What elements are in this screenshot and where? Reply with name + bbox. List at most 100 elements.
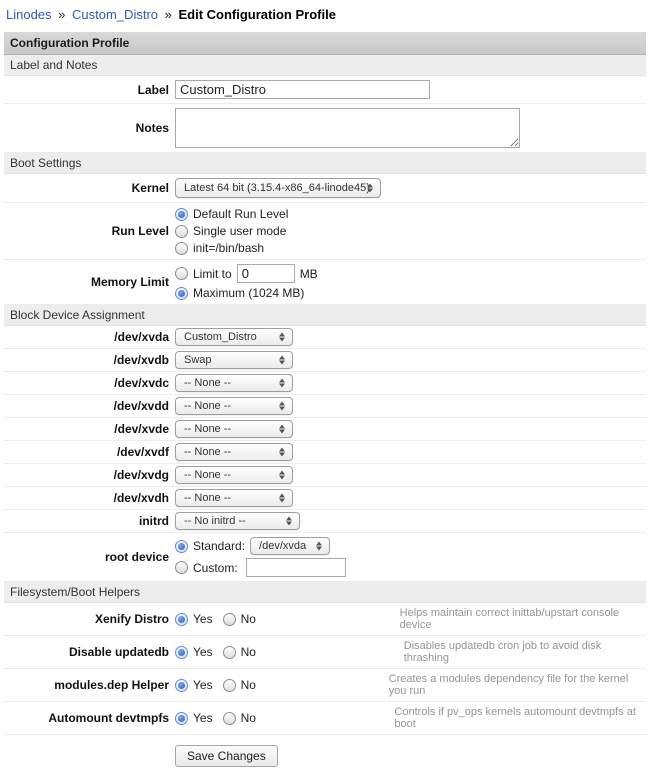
save-row: Save Changes — [4, 735, 646, 779]
notes-field-label: Notes — [4, 121, 169, 135]
breadcrumb-link-custom-distro[interactable]: Custom_Distro — [72, 7, 158, 22]
label-row: Label — [4, 76, 646, 104]
xvdg-select[interactable]: -- None -- — [175, 466, 293, 484]
root-custom-input[interactable] — [246, 558, 346, 577]
memory-limit-unit: MB — [300, 267, 318, 281]
select-stepper-icon — [279, 448, 286, 457]
xvdg-field-label: /dev/xvdg — [4, 468, 169, 482]
memory-limit-to-label[interactable]: Limit to — [193, 267, 232, 281]
section-header-block-device-assignment: Block Device Assignment — [4, 305, 646, 326]
automount-devtmpfs-no-radio[interactable] — [223, 712, 236, 725]
initrd-select[interactable]: -- No initrd -- — [175, 512, 300, 530]
root-device-select[interactable]: /dev/xvda — [250, 537, 330, 555]
device-row-xvdf: /dev/xvdf -- None -- — [4, 441, 646, 464]
modules-dep-yes-radio[interactable] — [175, 679, 188, 692]
notes-textarea[interactable] — [175, 108, 520, 148]
xvda-field-label: /dev/xvda — [4, 330, 169, 344]
label-input[interactable] — [175, 80, 430, 99]
xvda-select[interactable]: Custom_Distro — [175, 328, 293, 346]
device-row-xvdh: /dev/xvdh -- None -- — [4, 487, 646, 510]
device-row-xvde: /dev/xvde -- None -- — [4, 418, 646, 441]
xvdb-select[interactable]: Swap — [175, 351, 293, 369]
configuration-table: Configuration Profile Label and Notes La… — [4, 32, 646, 779]
xenify-distro-no-radio[interactable] — [223, 613, 236, 626]
disable-updatedb-no-radio[interactable] — [223, 646, 236, 659]
device-row-xvdc: /dev/xvdc -- None -- — [4, 372, 646, 395]
automount-devtmpfs-no-label[interactable]: No — [241, 711, 256, 725]
run-level-init-bash-label[interactable]: init=/bin/bash — [193, 241, 264, 255]
kernel-select[interactable]: Latest 64 bit (3.15.4-x86_64-linode45) — [175, 178, 381, 198]
xvdf-select-value: -- None -- — [184, 446, 231, 458]
modules-dep-yes-label[interactable]: Yes — [193, 678, 213, 692]
modules-dep-field-label: modules.dep Helper — [4, 678, 169, 692]
xenify-distro-yes-radio[interactable] — [175, 613, 188, 626]
root-standard-radio[interactable] — [175, 540, 188, 553]
disable-updatedb-help-text: Disables updatedb cron job to avoid disk… — [404, 640, 646, 664]
select-stepper-icon — [367, 184, 374, 193]
run-level-default-label[interactable]: Default Run Level — [193, 207, 288, 221]
xenify-distro-no-label[interactable]: No — [241, 612, 256, 626]
select-stepper-icon — [279, 425, 286, 434]
automount-devtmpfs-yes-radio[interactable] — [175, 712, 188, 725]
device-row-xvdg: /dev/xvdg -- None -- — [4, 464, 646, 487]
xvdh-select-value: -- None -- — [184, 492, 231, 504]
xenify-distro-yes-label[interactable]: Yes — [193, 612, 213, 626]
select-stepper-icon — [279, 379, 286, 388]
run-level-default-radio[interactable] — [175, 208, 188, 221]
breadcrumb-separator: » — [58, 7, 65, 22]
xvda-select-value: Custom_Distro — [184, 331, 257, 343]
xvdf-select[interactable]: -- None -- — [175, 443, 293, 461]
initrd-row: initrd -- No initrd -- — [4, 510, 646, 533]
xenify-distro-help-text: Helps maintain correct inittab/upstart c… — [400, 607, 646, 631]
run-level-field-label: Run Level — [4, 224, 169, 238]
notes-row: Notes — [4, 104, 646, 153]
breadcrumb: Linodes » Custom_Distro » Edit Configura… — [4, 4, 646, 32]
device-row-xvda: /dev/xvda Custom_Distro — [4, 326, 646, 349]
xvdc-field-label: /dev/xvdc — [4, 376, 169, 390]
page: Linodes » Custom_Distro » Edit Configura… — [0, 0, 650, 783]
kernel-select-value: Latest 64 bit (3.15.4-x86_64-linode45) — [184, 182, 370, 194]
xvdf-field-label: /dev/xvdf — [4, 445, 169, 459]
run-level-init-bash-radio[interactable] — [175, 242, 188, 255]
page-title: Edit Configuration Profile — [178, 7, 335, 22]
select-stepper-icon — [279, 356, 286, 365]
run-level-single-user-radio[interactable] — [175, 225, 188, 238]
modules-dep-no-radio[interactable] — [223, 679, 236, 692]
disable-updatedb-yes-label[interactable]: Yes — [193, 645, 213, 659]
kernel-row: Kernel Latest 64 bit (3.15.4-x86_64-lino… — [4, 174, 646, 203]
save-button[interactable]: Save Changes — [175, 745, 278, 767]
memory-maximum-radio[interactable] — [175, 287, 188, 300]
select-stepper-icon — [286, 517, 293, 526]
breadcrumb-link-linodes[interactable]: Linodes — [6, 7, 52, 22]
memory-maximum-label[interactable]: Maximum (1024 MB) — [193, 286, 304, 300]
memory-limit-row: Memory Limit Limit to MB Maximum (1024 M… — [4, 260, 646, 305]
root-custom-label[interactable]: Custom: — [193, 561, 238, 575]
section-header-boot-settings: Boot Settings — [4, 153, 646, 174]
root-device-row: root device Standard: /dev/xvda Custom: — [4, 533, 646, 582]
run-level-single-user-label[interactable]: Single user mode — [193, 224, 286, 238]
label-field-label: Label — [4, 83, 169, 97]
xvde-select[interactable]: -- None -- — [175, 420, 293, 438]
root-custom-radio[interactable] — [175, 561, 188, 574]
select-stepper-icon — [279, 494, 286, 503]
automount-devtmpfs-help-text: Controls if pv_ops kernels automount dev… — [394, 706, 646, 730]
device-row-xvdb: /dev/xvdb Swap — [4, 349, 646, 372]
disable-updatedb-no-label[interactable]: No — [241, 645, 256, 659]
run-level-row: Run Level Default Run Level Single user … — [4, 203, 646, 260]
modules-dep-no-label[interactable]: No — [241, 678, 256, 692]
select-stepper-icon — [316, 542, 323, 551]
xvdc-select[interactable]: -- None -- — [175, 374, 293, 392]
automount-devtmpfs-yes-label[interactable]: Yes — [193, 711, 213, 725]
memory-limit-field-label: Memory Limit — [4, 275, 169, 289]
memory-limit-input[interactable] — [237, 264, 295, 283]
select-stepper-icon — [279, 471, 286, 480]
automount-devtmpfs-field-label: Automount devtmpfs — [4, 711, 169, 725]
disable-updatedb-yes-radio[interactable] — [175, 646, 188, 659]
xvdh-select[interactable]: -- None -- — [175, 489, 293, 507]
xvdb-field-label: /dev/xvdb — [4, 353, 169, 367]
xvdd-select[interactable]: -- None -- — [175, 397, 293, 415]
memory-limit-to-radio[interactable] — [175, 267, 188, 280]
select-stepper-icon — [279, 402, 286, 411]
root-standard-label[interactable]: Standard: — [193, 539, 245, 553]
select-stepper-icon — [279, 333, 286, 342]
